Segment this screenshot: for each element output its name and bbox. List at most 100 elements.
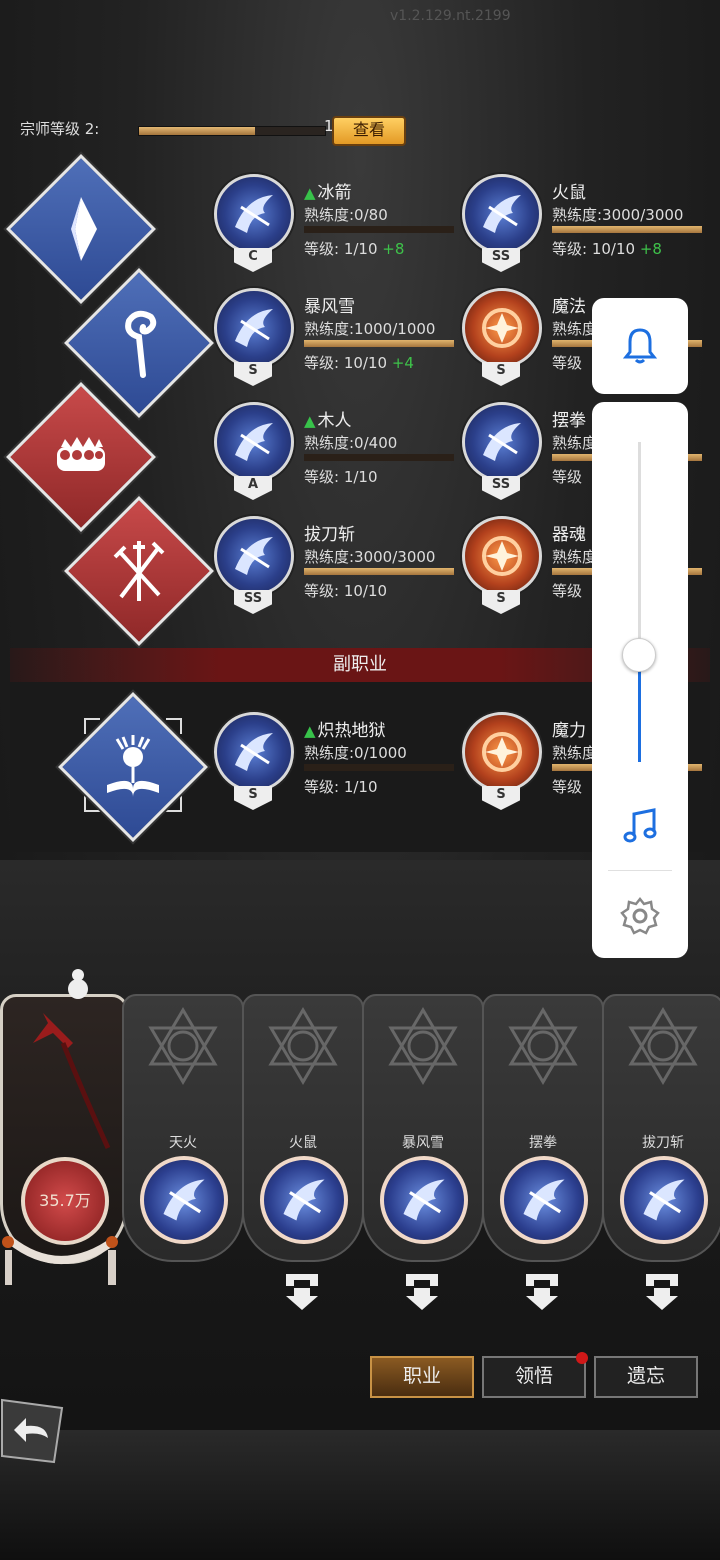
skill-level: 等级 <box>552 582 583 600</box>
proficiency-fill <box>304 340 454 347</box>
loadout-skill-icon[interactable] <box>500 1156 588 1244</box>
skill-proficiency: 熟练度:0/400 <box>304 434 398 452</box>
loadout-card[interactable]: 拔刀斩 <box>602 994 720 1262</box>
skill-name-row: ▲ 炽热地狱 <box>304 716 386 741</box>
skill-icon[interactable] <box>462 402 542 482</box>
knuckles-icon <box>57 437 105 471</box>
upgrade-arrow-icon: ▲ <box>304 412 316 430</box>
loadout-card[interactable]: 天火 <box>122 994 244 1262</box>
skill-level-row: 等级: 10/10 +4 <box>304 352 414 373</box>
skill-level-row: 等级: 10/10 <box>304 580 387 601</box>
skill-icon[interactable] <box>462 174 542 254</box>
skill-level: 等级: 10/10 <box>304 354 388 372</box>
proficiency-bar <box>304 454 454 461</box>
loadout-skill-icon[interactable] <box>620 1156 708 1244</box>
bell-icon[interactable] <box>622 326 658 366</box>
skill-level: 等级: 10/10 <box>304 582 388 600</box>
move-down-arrow-icon[interactable] <box>522 1270 562 1312</box>
gear-icon[interactable] <box>620 896 660 936</box>
skill-level: 等级: 1/10 <box>304 468 378 486</box>
skill-grade-badge: S <box>482 590 520 614</box>
skill-card[interactable]: C ▲ 冰箭 熟练度:0/80 等级: 1/10 +8 <box>214 174 464 284</box>
skill-proficiency: 熟练度:1000/1000 <box>304 320 436 338</box>
skill-level-row: 等级: 10/10 +8 <box>552 238 662 259</box>
skill-grade: SS <box>243 591 263 606</box>
skill-grade-badge: S <box>482 362 520 386</box>
skill-icon[interactable] <box>462 516 542 596</box>
skill-level: 等级 <box>552 468 583 486</box>
skill-card[interactable]: A ▲ 木人 熟练度:0/400 等级: 1/10 <box>214 402 464 512</box>
skill-level-row: 等级 <box>552 776 582 797</box>
skill-grade-badge: SS <box>482 476 520 500</box>
skill-grade: S <box>496 363 506 378</box>
hexagram-emblem-icon <box>268 1007 338 1085</box>
volume-slider-knob[interactable] <box>622 638 656 672</box>
grandmaster-row: 宗师等级 2: 10/16 <box>20 116 367 140</box>
skill-card[interactable]: S 暴风雪 熟练度:1000/1000 等级: 10/10 +4 <box>214 288 464 398</box>
view-button[interactable]: 查看 <box>332 116 406 146</box>
skill-name-row: 拔刀斩 <box>304 520 355 545</box>
skill-level-row: 等级: 1/10 <box>304 776 378 797</box>
loadout-card-name: 火鼠 <box>289 1135 317 1151</box>
loadout-card-name: 天火 <box>169 1135 197 1151</box>
loadout-skill-icon[interactable] <box>260 1156 348 1244</box>
gourd-icon <box>68 969 88 999</box>
skill-grade: A <box>247 477 259 492</box>
skill-proficiency: 熟练度:3000/3000 <box>304 548 436 566</box>
loadout-card[interactable]: 暴风雪 <box>362 994 484 1262</box>
tab-comprehend[interactable]: 领悟 <box>482 1352 588 1398</box>
skill-card[interactable]: SS 拔刀斩熟练度:3000/3000 等级: 10/10 <box>214 516 464 626</box>
tab-forget[interactable]: 遗忘 <box>594 1356 698 1398</box>
skill-icon[interactable] <box>214 288 294 368</box>
skill-card[interactable]: SS 火鼠 熟练度:3000/3000 等级: 10/10 +8 <box>462 174 712 284</box>
volume-panel <box>592 402 688 958</box>
weapon-card[interactable]: 35.7万 <box>0 969 128 1264</box>
notification-dot <box>576 1352 588 1364</box>
tab-comprehend-label: 领悟 <box>514 1365 553 1387</box>
skill-name-row: 摆拳 <box>552 406 586 431</box>
skill-level-bonus: +8 <box>382 240 405 258</box>
skill-icon[interactable] <box>214 174 294 254</box>
skill-grade-badge: S <box>234 786 272 810</box>
skill-icon[interactable] <box>214 516 294 596</box>
panel-divider <box>608 870 672 871</box>
skill-name-row: 暴风雪 <box>304 292 355 317</box>
skill-icon[interactable] <box>462 288 542 368</box>
upgrade-arrow-icon: ▲ <box>304 184 316 202</box>
skill-name: 火鼠 <box>552 183 586 203</box>
crystal-icon <box>71 197 97 261</box>
skill-proficiency: 熟练度:3000/3000 <box>552 206 684 224</box>
scarf-decoration <box>2 1236 118 1285</box>
upgrade-arrow-icon: ▲ <box>304 722 316 740</box>
music-note-icon[interactable] <box>622 806 658 846</box>
hexagram-emblem-icon <box>628 1007 698 1085</box>
skill-name: 炽热地狱 <box>317 721 386 741</box>
loadout-skill-icon[interactable] <box>380 1156 468 1244</box>
proficiency-bar <box>304 764 454 771</box>
skill-name-row: 火鼠 <box>552 178 586 203</box>
loadout-card[interactable]: 摆拳 <box>482 994 604 1262</box>
tab-job[interactable]: 职业 <box>370 1356 474 1398</box>
loadout-card-name: 拔刀斩 <box>642 1135 684 1151</box>
hexagram-emblem-icon <box>388 1007 458 1085</box>
skill-icon[interactable] <box>462 712 542 792</box>
hexagram-emblem-icon <box>508 1007 578 1085</box>
skill-grade: S <box>248 787 258 802</box>
skill-name-row: ▲ 冰箭 <box>304 178 352 203</box>
skill-name: 魔力 <box>552 721 586 741</box>
move-down-arrow-icon[interactable] <box>282 1270 322 1312</box>
skill-icon[interactable] <box>214 402 294 482</box>
back-arrow-icon[interactable] <box>0 1398 64 1464</box>
sub-skill-card[interactable]: S ▲ 炽热地狱 熟练度:0/1000 等级: 1/10 <box>214 712 464 822</box>
skill-icon[interactable] <box>214 712 294 792</box>
skill-grade: S <box>496 787 506 802</box>
proficiency-fill <box>304 568 454 575</box>
loadout-card[interactable]: 火鼠 <box>242 994 364 1262</box>
move-down-arrow-icon[interactable] <box>402 1270 442 1312</box>
skill-grade-badge: S <box>482 786 520 810</box>
skill-name-row: 魔力 <box>552 716 586 741</box>
move-down-arrow-icon[interactable] <box>642 1270 682 1312</box>
staff-icon <box>125 310 157 378</box>
skill-proficiency: 熟练度 <box>552 744 598 762</box>
loadout-skill-icon[interactable] <box>140 1156 228 1244</box>
